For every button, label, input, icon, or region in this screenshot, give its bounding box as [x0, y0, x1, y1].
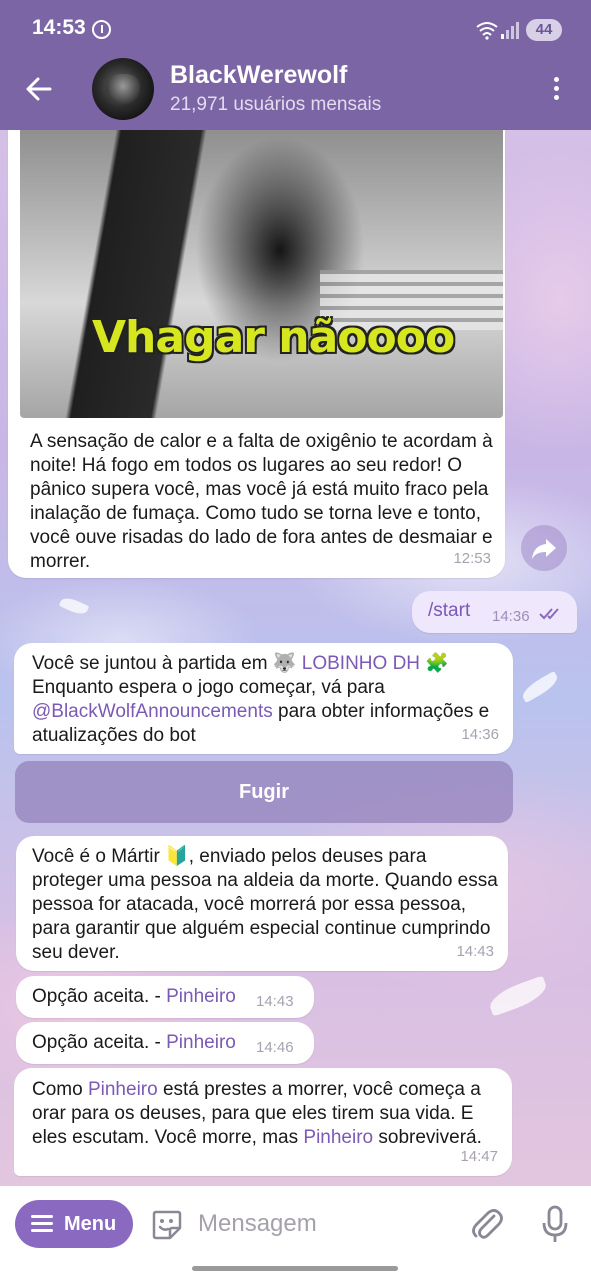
- message-text-part: Como: [32, 1079, 88, 1100]
- message-text[interactable]: /start: [428, 599, 470, 623]
- chat-subtitle: 21,971 usuários mensais: [170, 94, 382, 115]
- sync-icon: [92, 20, 111, 39]
- menu-label: Menu: [64, 1213, 117, 1235]
- fugir-button[interactable]: Fugir: [15, 761, 513, 823]
- message-text: A sensação de calor e a falta de oxigêni…: [30, 431, 493, 572]
- media-caption: Vhagar nãoooo: [92, 312, 455, 363]
- join-message: Você se juntou à partida em 🐺 LOBINHO DH…: [14, 643, 513, 754]
- avatar[interactable]: [92, 58, 154, 120]
- player-mention[interactable]: Pinheiro: [303, 1127, 373, 1148]
- attach-icon[interactable]: [470, 1206, 504, 1242]
- player-mention[interactable]: Pinheiro: [166, 1032, 236, 1053]
- role-message: Você é o Mártir 🔰, enviado pelos deuses …: [16, 836, 508, 971]
- message-time: 14:36: [492, 608, 530, 625]
- gif-media[interactable]: Vhagar nãoooo: [20, 130, 503, 418]
- signal-icon: [501, 22, 519, 39]
- status-time: 14:53: [32, 16, 86, 39]
- player-mention[interactable]: Pinheiro: [166, 986, 236, 1007]
- home-indicator: [192, 1266, 398, 1271]
- back-arrow-icon[interactable]: [24, 74, 54, 104]
- bot-menu-button[interactable]: Menu: [15, 1200, 133, 1248]
- message-input-bar: Menu: [0, 1186, 591, 1280]
- chat-title[interactable]: BlackWerewolf: [170, 61, 347, 90]
- message-time: 14:47: [460, 1148, 498, 1165]
- media-message: Vhagar nãoooo A sensação de calor e a fa…: [8, 130, 505, 578]
- battery-indicator: 44: [526, 19, 562, 41]
- menu-icon: [31, 1215, 53, 1233]
- message-text: Opção aceita. - Pinheiro: [32, 1031, 236, 1055]
- message-time: 14:43: [456, 943, 494, 960]
- petal-decoration: [58, 594, 90, 618]
- message-time: 14:36: [461, 726, 499, 743]
- message-time: 12:53: [453, 550, 491, 567]
- petal-decoration: [519, 670, 561, 704]
- message-text-part: Opção aceita. -: [32, 986, 167, 1007]
- message-text: Como Pinheiro está prestes a morrer, voc…: [32, 1078, 502, 1150]
- petal-decoration: [486, 975, 550, 1017]
- message-text-part: Você se juntou à partida em 🐺: [32, 653, 302, 674]
- message-input[interactable]: [198, 1204, 448, 1244]
- message-time: 14:46: [256, 1039, 294, 1056]
- message-time: 14:43: [256, 993, 294, 1010]
- option-accepted-message: Opção aceita. - Pinheiro 14:46: [16, 1022, 314, 1064]
- message-text-part: Opção aceita. -: [32, 1032, 167, 1053]
- read-checks-icon: [539, 608, 559, 620]
- channel-link[interactable]: @BlackWolfAnnouncements: [32, 701, 273, 722]
- chat-header: 14:53 44 BlackWerewolf 21,971 usuários m…: [0, 0, 591, 130]
- microphone-icon[interactable]: [540, 1204, 570, 1244]
- option-accepted-message: Opção aceita. - Pinheiro 14:43: [16, 976, 314, 1018]
- message-text: Você é o Mártir 🔰, enviado pelos deuses …: [32, 846, 498, 963]
- outgoing-message: /start 14:36: [412, 591, 577, 633]
- more-options-icon[interactable]: [545, 74, 567, 104]
- game-link[interactable]: LOBINHO DH: [302, 653, 420, 674]
- emoji-icon[interactable]: [150, 1208, 184, 1242]
- message-text: Opção aceita. - Pinheiro: [32, 985, 236, 1009]
- forward-button[interactable]: [521, 525, 567, 571]
- forward-icon: [532, 539, 556, 559]
- wifi-icon: [476, 22, 498, 40]
- player-mention[interactable]: Pinheiro: [88, 1079, 158, 1100]
- message-text: Você se juntou à partida em 🐺 LOBINHO DH…: [32, 652, 502, 748]
- death-message: Como Pinheiro está prestes a morrer, voc…: [14, 1068, 512, 1176]
